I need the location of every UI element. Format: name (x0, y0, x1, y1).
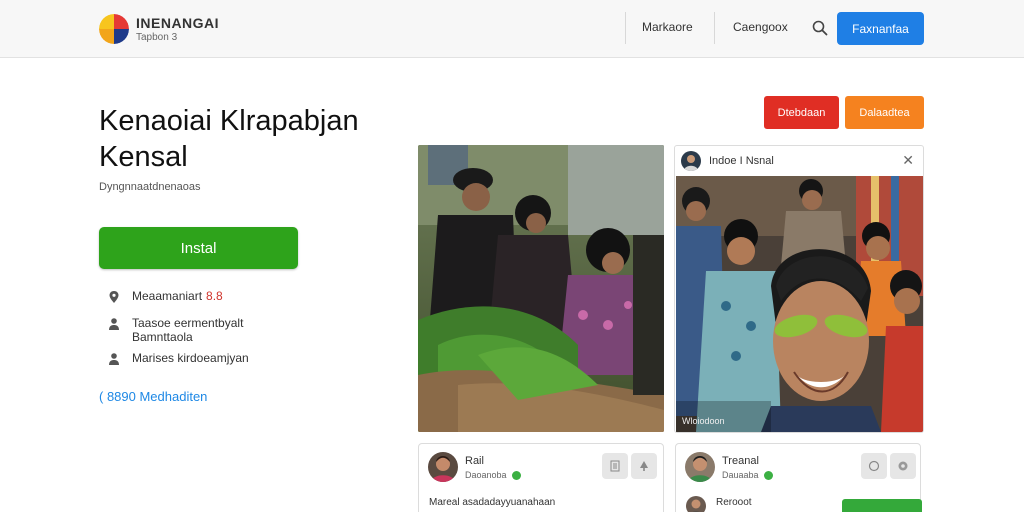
chat-icon[interactable] (861, 453, 887, 479)
photo-card-header: Indoe I Nsnal (675, 146, 923, 176)
rating-badge: 8.8 (206, 289, 223, 303)
app-title: Kenaoiai Klrapabjan Kensal (99, 105, 359, 173)
top-bar: INENANGAI Tapbon 3 Markaore Caengoox Fax… (0, 0, 1024, 58)
avatar (428, 452, 458, 482)
brand-name: INENANGAI (136, 15, 220, 31)
reviewer-meta: Daoanoba (465, 470, 521, 480)
info-text: Marises kirdoeamjyan (132, 351, 249, 365)
avatar (681, 151, 701, 171)
reviewer-meta-text: Dauaaba (722, 470, 759, 480)
garden-photo[interactable] (418, 145, 664, 432)
install-button[interactable]: Instal (99, 227, 298, 269)
search-icon[interactable] (811, 19, 829, 37)
location-icon (108, 290, 120, 304)
app-subtitle: Dyngnnaatdnenaoas (99, 181, 201, 193)
avatar (685, 452, 715, 482)
review-snippet: Rerooot (716, 497, 752, 508)
tree-icon[interactable] (631, 453, 657, 479)
status-dot (511, 470, 521, 480)
info-row-rating: Meaamaniart 8.8 (108, 289, 223, 304)
review-card[interactable]: Rail Daoanoba Mareal asadadayyuanahaan (418, 443, 664, 512)
nav-link-2[interactable]: Caengoox (733, 20, 788, 34)
photo-card: Indoe I Nsnal ✕ Wloiodoon (674, 145, 924, 433)
reviewer-meta: Dauaaba (722, 470, 773, 480)
avatar (686, 496, 706, 512)
person-icon (108, 352, 120, 366)
green-action-button[interactable] (842, 499, 922, 512)
reviewer-name: Rail (465, 455, 484, 467)
review-card[interactable]: Treanal Dauaaba Rerooot (675, 443, 922, 512)
photo-caption: Wloiodoon (682, 416, 725, 426)
info-text: Taasoe eermentbyalt Bamnttaola (132, 316, 244, 344)
orange-action-button[interactable]: Dalaadtea (845, 96, 924, 129)
header-divider (625, 12, 626, 44)
document-icon[interactable] (602, 453, 628, 479)
reviews-link[interactable]: ( 8890 Medhaditen (99, 389, 207, 404)
close-icon[interactable]: ✕ (902, 152, 914, 169)
photo-card-title: Indoe I Nsnal (709, 155, 774, 167)
group-photo[interactable]: Wloiodoon (676, 176, 923, 432)
person-icon (108, 317, 120, 331)
header-divider (714, 12, 715, 44)
brand-subtitle: Tapbon 3 (136, 32, 178, 43)
red-action-button[interactable]: Dtebdaan (764, 96, 839, 129)
info-text: Meaamaniart (132, 289, 203, 303)
info-row-developer: Taasoe eermentbyalt Bamnttaola (108, 316, 292, 344)
header-primary-button[interactable]: Faxnanfaa (837, 12, 924, 45)
settings-icon[interactable] (890, 453, 916, 479)
reviewer-meta-text: Daoanoba (465, 470, 507, 480)
review-snippet: Mareal asadadayyuanahaan (429, 497, 556, 508)
app-logo[interactable] (99, 14, 129, 44)
status-dot (763, 470, 773, 480)
nav-link-1[interactable]: Markaore (642, 20, 693, 34)
reviewer-name: Treanal (722, 455, 759, 467)
info-row-category: Marises kirdoeamjyan (108, 351, 249, 366)
